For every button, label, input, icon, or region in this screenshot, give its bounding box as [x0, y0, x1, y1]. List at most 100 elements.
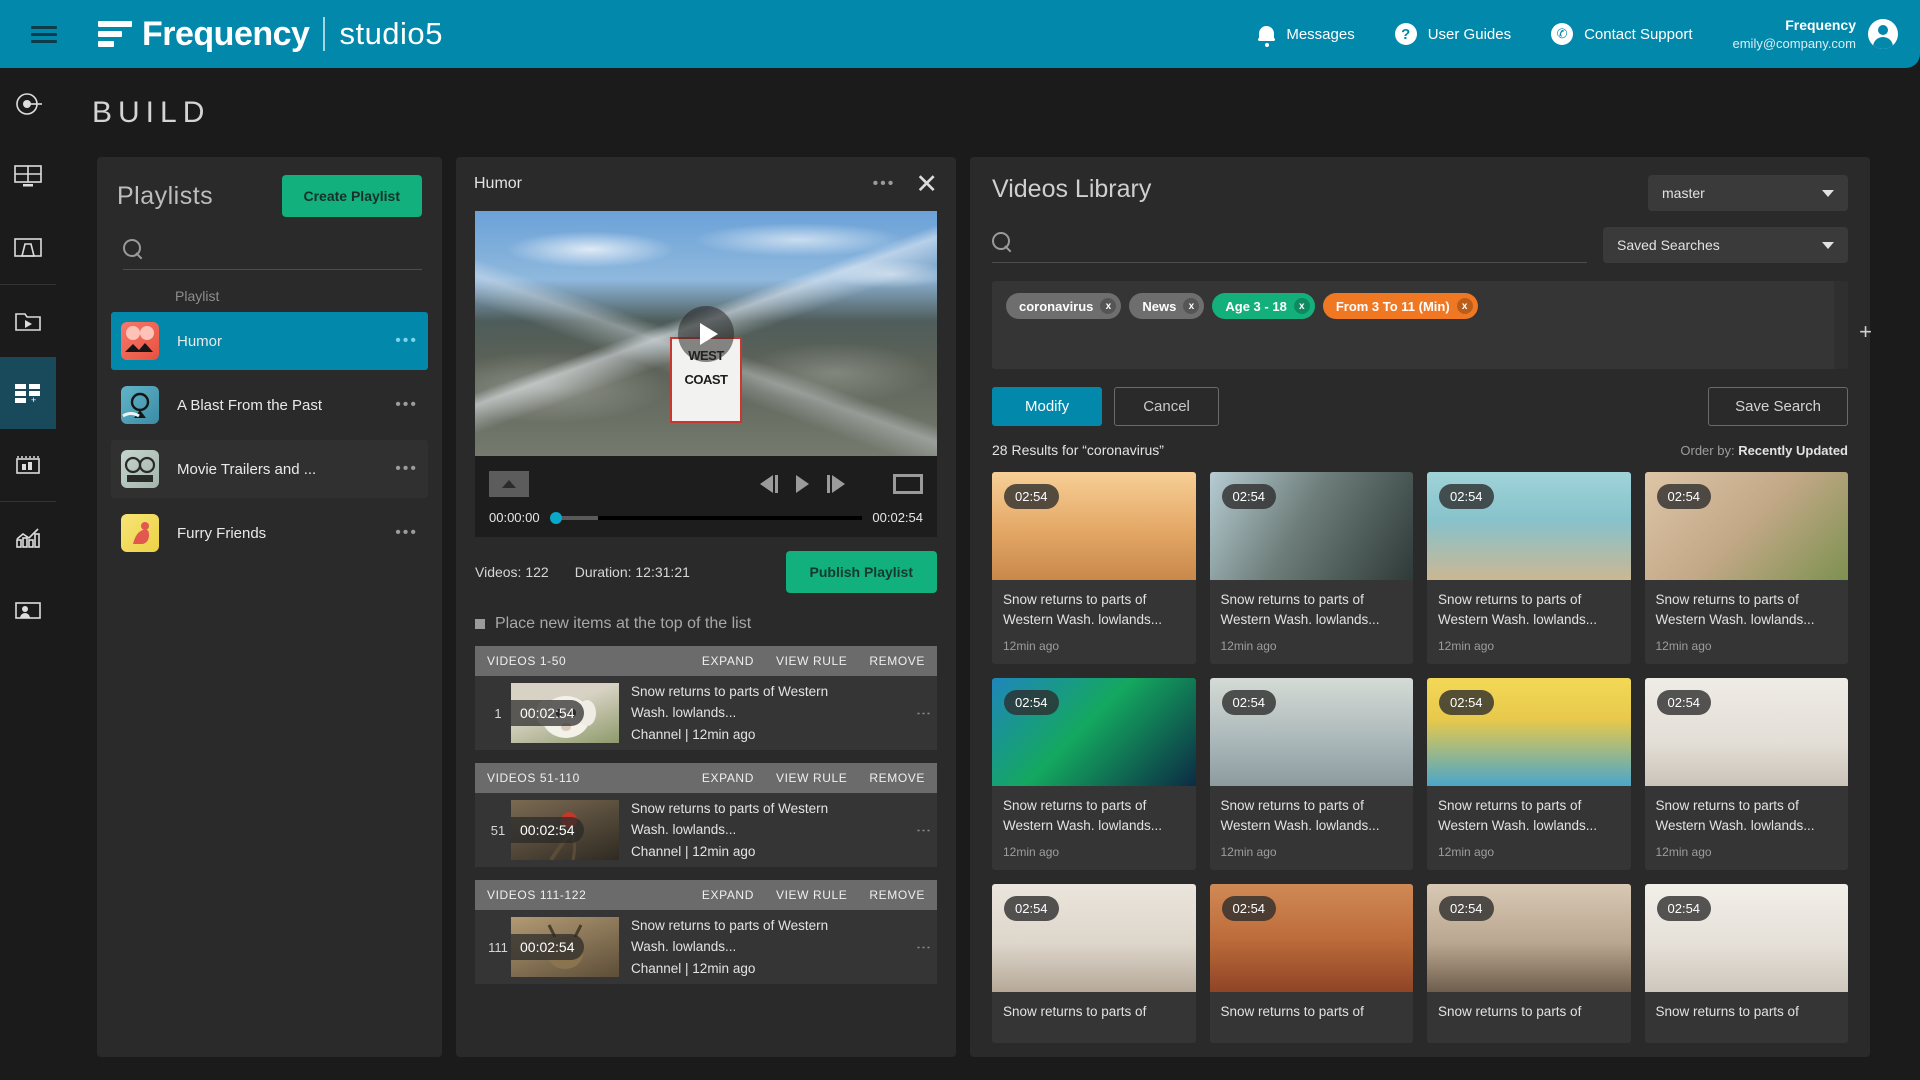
- build-blocks-icon: +: [13, 380, 43, 406]
- card-title: Snow returns to parts of: [1003, 1002, 1185, 1022]
- seek-handle[interactable]: [550, 512, 562, 524]
- video-card[interactable]: 02:54 Snow returns to parts of Western W…: [1645, 472, 1849, 664]
- card-body: Snow returns to parts of: [1210, 992, 1414, 1043]
- hamburger-menu-icon[interactable]: [16, 26, 72, 43]
- place-new-items-toggle[interactable]: Place new items at the top of the list: [456, 593, 956, 633]
- messages-nav-item[interactable]: Messages: [1258, 24, 1354, 44]
- playlist-video-row[interactable]: 111 00:02:54 Snow returns to parts of We…: [475, 910, 937, 984]
- sidebar-item-audience[interactable]: [0, 574, 56, 646]
- seek-bar[interactable]: [550, 516, 863, 520]
- video-card[interactable]: 02:54 Snow returns to parts of: [1427, 884, 1631, 1043]
- expand-action[interactable]: EXPAND: [702, 888, 754, 902]
- next-frame-button[interactable]: [827, 475, 845, 493]
- playlist-search-input[interactable]: [151, 241, 422, 258]
- layout-grid-icon: [13, 163, 43, 189]
- expand-up-button[interactable]: [489, 471, 529, 497]
- remove-action[interactable]: REMOVE: [869, 654, 925, 668]
- library-search[interactable]: [992, 232, 1587, 263]
- publish-playlist-button[interactable]: Publish Playlist: [786, 551, 937, 593]
- cancel-button[interactable]: Cancel: [1114, 387, 1219, 426]
- tag-remove-icon[interactable]: x: [1100, 298, 1116, 314]
- view-rule-action[interactable]: VIEW RULE: [776, 888, 847, 902]
- filter-tag-age[interactable]: Age 3 - 18 x: [1212, 293, 1314, 319]
- playlist-video-row[interactable]: 51 00:02:54 Snow returns to parts of Wes…: [475, 793, 937, 867]
- library-search-input[interactable]: [1021, 234, 1587, 251]
- video-card[interactable]: 02:54 Snow returns to parts of Western W…: [1427, 472, 1631, 664]
- expand-action[interactable]: EXPAND: [702, 654, 754, 668]
- playlist-item-humor[interactable]: Humor •••: [111, 312, 428, 370]
- view-rule-action[interactable]: VIEW RULE: [776, 654, 847, 668]
- playlist-search[interactable]: [123, 239, 422, 270]
- row-menu-icon[interactable]: ⋮: [920, 823, 928, 838]
- playlists-panel: Playlists Create Playlist Playlist Humor…: [97, 157, 442, 1057]
- playlist-detail-menu[interactable]: •••: [873, 175, 896, 193]
- playlist-video-row[interactable]: 1 00:02:54 Snow returns to parts of West…: [475, 676, 937, 750]
- caret-up-icon: [502, 480, 516, 488]
- filter-tag-news[interactable]: News x: [1129, 293, 1204, 319]
- player-sky: [475, 211, 937, 307]
- sidebar-item-media[interactable]: [0, 285, 56, 357]
- videos-library-panel: Videos Library master Saved Searches cor…: [970, 157, 1870, 1057]
- video-card[interactable]: 02:54 Snow returns to parts of Western W…: [1210, 678, 1414, 870]
- expand-action[interactable]: EXPAND: [702, 771, 754, 785]
- filter-tags-scrollbar[interactable]: [1834, 281, 1848, 369]
- user-account-menu[interactable]: Frequency emily@company.com: [1733, 16, 1899, 52]
- remove-action[interactable]: REMOVE: [869, 888, 925, 902]
- sidebar-item-layout[interactable]: [0, 140, 56, 212]
- order-by[interactable]: Order by: Recently Updated: [1680, 443, 1848, 458]
- card-duration: 02:54: [1439, 896, 1494, 921]
- avatar[interactable]: [1868, 19, 1898, 49]
- sidebar-item-presentation[interactable]: [0, 212, 56, 284]
- add-filter-button[interactable]: +: [1859, 319, 1872, 345]
- video-card[interactable]: 02:54 Snow returns to parts of Western W…: [1645, 678, 1849, 870]
- play-button[interactable]: [796, 475, 809, 493]
- play-button-overlay[interactable]: [678, 306, 734, 362]
- create-playlist-button[interactable]: Create Playlist: [282, 175, 423, 217]
- video-player[interactable]: WEST COAST: [475, 211, 937, 456]
- playlist-row-menu[interactable]: •••: [395, 332, 418, 350]
- playlist-item-movie-trailers[interactable]: Movie Trailers and ... •••: [111, 440, 428, 498]
- row-menu-icon[interactable]: ⋮: [920, 706, 928, 721]
- sidebar-item-analytics[interactable]: [0, 502, 56, 574]
- playlist-row-menu[interactable]: •••: [395, 524, 418, 542]
- tag-remove-icon[interactable]: x: [1294, 298, 1310, 314]
- tag-remove-icon[interactable]: x: [1457, 298, 1473, 314]
- playlist-row-menu[interactable]: •••: [395, 396, 418, 414]
- save-search-button[interactable]: Save Search: [1708, 387, 1848, 426]
- playlist-row-menu[interactable]: •••: [395, 460, 418, 478]
- previous-frame-button[interactable]: [760, 475, 778, 493]
- close-icon[interactable]: ✕: [915, 171, 938, 198]
- remove-action[interactable]: REMOVE: [869, 771, 925, 785]
- card-title: Snow returns to parts of Western Wash. l…: [1438, 590, 1620, 629]
- tag-remove-icon[interactable]: x: [1183, 298, 1199, 314]
- modify-button[interactable]: Modify: [992, 387, 1102, 426]
- fullscreen-button[interactable]: [893, 474, 923, 494]
- card-body: Snow returns to parts of: [1645, 992, 1849, 1043]
- view-rule-action[interactable]: VIEW RULE: [776, 771, 847, 785]
- sidebar-item-target[interactable]: [0, 68, 56, 140]
- contact-support-nav-item[interactable]: ✆ Contact Support: [1551, 23, 1692, 45]
- card-time: 12min ago: [1221, 639, 1403, 653]
- playlist-item-a-blast-from-the-past[interactable]: A Blast From the Past •••: [111, 376, 428, 434]
- playlist-item-furry-friends[interactable]: Furry Friends •••: [111, 504, 428, 562]
- filter-tag-coronavirus[interactable]: coronavirus x: [1006, 293, 1121, 319]
- video-card[interactable]: 02:54 Snow returns to parts of Western W…: [992, 472, 1196, 664]
- video-card[interactable]: 02:54 Snow returns to parts of Western W…: [992, 678, 1196, 870]
- user-guides-nav-item[interactable]: ? User Guides: [1395, 23, 1511, 45]
- video-group-title: VIDEOS 1-50: [487, 654, 702, 668]
- scope-select[interactable]: master: [1648, 175, 1848, 211]
- card-thumbnail: 02:54: [992, 884, 1196, 992]
- video-card[interactable]: 02:54 Snow returns to parts of Western W…: [1427, 678, 1631, 870]
- checkbox-icon[interactable]: [475, 619, 485, 629]
- filter-tag-duration[interactable]: From 3 To 11 (Min) x: [1323, 293, 1478, 319]
- video-card[interactable]: 02:54 Snow returns to parts of: [992, 884, 1196, 1043]
- saved-searches-select[interactable]: Saved Searches: [1603, 227, 1848, 263]
- video-card[interactable]: 02:54 Snow returns to parts of: [1210, 884, 1414, 1043]
- sidebar-item-build[interactable]: +: [0, 357, 56, 429]
- triangle-left-icon: [760, 475, 773, 493]
- video-card[interactable]: 02:54 Snow returns to parts of Western W…: [1210, 472, 1414, 664]
- row-menu-icon[interactable]: ⋮: [920, 940, 928, 955]
- video-card[interactable]: 02:54 Snow returns to parts of: [1645, 884, 1849, 1043]
- card-thumbnail: 02:54: [1645, 884, 1849, 992]
- sidebar-item-schedule[interactable]: [0, 429, 56, 501]
